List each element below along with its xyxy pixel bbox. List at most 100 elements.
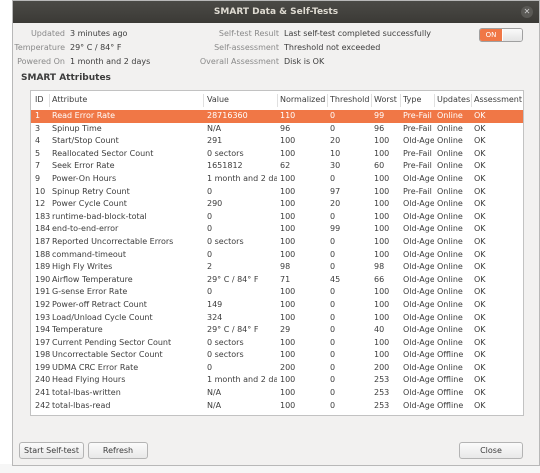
cell-name: command-timeout bbox=[52, 249, 126, 259]
table-row[interactable]: 7 Seek Error Rate 1651812 62 30 60 Pre-Fail Onl… bbox=[31, 160, 523, 173]
column-header-worst[interactable]: Worst bbox=[374, 95, 397, 104]
table-row[interactable]: 242 total-lbas-read N/A 100 0 253 Old-Age Offli… bbox=[31, 400, 523, 413]
cell-threshold: 0 bbox=[330, 312, 336, 322]
cell-type: Old-Age bbox=[403, 211, 434, 221]
cell-type: Pre-Fail bbox=[403, 186, 432, 196]
cell-normalized: 100 bbox=[280, 375, 296, 385]
updated-label: Updated bbox=[30, 29, 65, 38]
cell-id: 188 bbox=[35, 249, 51, 259]
attributes-table[interactable]: ID Attribute Value Normalized Threshold … bbox=[30, 90, 524, 416]
cell-type: Old-Age bbox=[403, 400, 434, 410]
column-header-normalized[interactable]: Normalized bbox=[280, 95, 325, 104]
cell-worst: 100 bbox=[374, 186, 390, 196]
table-row[interactable]: 1 Read Error Rate 28716360 110 0 99 Pre-Fail On… bbox=[31, 110, 523, 123]
temperature-value: 29° C / 84° F bbox=[70, 43, 122, 52]
cell-updates: Online bbox=[437, 148, 463, 158]
table-row[interactable]: 240Head Flying Hours 1 month and 2 days10… bbox=[31, 374, 523, 387]
cell-name: Power Cycle Count bbox=[52, 199, 127, 209]
cell-name: Head Flying Hours bbox=[52, 375, 126, 385]
table-row[interactable]: 187 Reported Uncorrectable Errors 0 sector… bbox=[31, 236, 523, 249]
cell-type: Old-Age bbox=[403, 350, 434, 360]
refresh-button[interactable]: Refresh bbox=[88, 442, 148, 459]
cell-name: Airflow Temperature bbox=[52, 274, 133, 284]
window-title: SMART Data & Self-Tests bbox=[213, 7, 339, 17]
table-row[interactable]: 184 end-to-end-error 0 100 99 100 Old-Age Onlin… bbox=[31, 223, 523, 236]
cell-normalized: 100 bbox=[280, 173, 296, 183]
close-button[interactable]: Close bbox=[459, 442, 523, 459]
column-header-threshold[interactable]: Threshold bbox=[330, 95, 369, 104]
cell-threshold: 0 bbox=[330, 299, 336, 309]
cell-id: 193 bbox=[35, 312, 51, 322]
cell-updates: Online bbox=[437, 287, 463, 297]
cell-worst: 100 bbox=[374, 173, 390, 183]
cell-name: Start/Stop Count bbox=[52, 136, 119, 146]
cell-id: 1 bbox=[35, 111, 41, 120]
cell-id: 194 bbox=[35, 325, 51, 335]
smart-toggle[interactable]: ON bbox=[479, 28, 523, 42]
table-row[interactable]: 193 Load/Unload Cycle Count 324 100 0 100 Old-… bbox=[31, 312, 523, 325]
cell-updates: Online bbox=[437, 186, 463, 196]
table-row[interactable]: 190 Airflow Temperature 29° C / 84° F 71 45 6… bbox=[31, 274, 523, 287]
table-row[interactable]: 12 Power Cycle Count 290 100 20 100 Old-Age Onl… bbox=[31, 198, 523, 211]
table-row[interactable]: 189 High Fly Writes 2 98 0 98 Old-Age Online OK bbox=[31, 261, 523, 274]
column-header-type[interactable]: Type bbox=[403, 95, 421, 104]
cell-type: Old-Age bbox=[403, 236, 434, 246]
table-row[interactable]: 4 Start/Stop Count 291 100 20 100 Old-Age Onlin… bbox=[31, 135, 523, 148]
cell-id: 7 bbox=[35, 161, 41, 171]
smart-attributes-title: SMART Attributes bbox=[21, 73, 111, 83]
cell-value: 29° C / 84° F bbox=[207, 325, 259, 335]
cell-normalized: 100 bbox=[280, 350, 296, 360]
column-header-id[interactable]: ID bbox=[35, 95, 44, 104]
table-row[interactable]: 194 Temperature 29° C / 84° F 29 0 40 Old-Age O… bbox=[31, 324, 523, 337]
column-header-attribute[interactable]: Attribute bbox=[52, 95, 87, 104]
cell-value: 0 bbox=[207, 249, 213, 259]
table-row[interactable]: 199 UDMA CRC Error Rate 0 200 0 200 Old-Age Onl… bbox=[31, 362, 523, 375]
table-row[interactable]: 198 Uncorrectable Sector Count 0 sectors 10… bbox=[31, 349, 523, 362]
cell-value: 291 bbox=[207, 136, 223, 146]
cell-value: 28716360 bbox=[207, 111, 248, 120]
cell-name: UDMA CRC Error Rate bbox=[52, 362, 139, 372]
table-row[interactable]: 5 Reallocated Sector Count 0 sectors 100 10 1… bbox=[31, 148, 523, 161]
cell-worst: 100 bbox=[374, 312, 390, 322]
cell-type: Old-Age bbox=[403, 262, 434, 272]
cell-normalized: 100 bbox=[280, 337, 296, 347]
cell-name: Current Pending Sector Count bbox=[52, 337, 172, 347]
cell-id: 12 bbox=[35, 199, 46, 209]
powered-on-value: 1 month and 2 days bbox=[70, 57, 151, 66]
table-row[interactable]: 3 Spinup Time N/A 96 0 96 Pre-Fail Online OK bbox=[31, 123, 523, 136]
cell-type: Old-Age bbox=[403, 224, 434, 234]
cell-type: Old-Age bbox=[403, 274, 434, 284]
cell-type: Old-Age bbox=[403, 299, 434, 309]
close-icon[interactable]: ✕ bbox=[521, 6, 533, 18]
table-row[interactable]: 10 Spinup Retry Count 0 100 97 100 Pre-Fail Onl… bbox=[31, 186, 523, 199]
cell-updates: Online bbox=[437, 337, 463, 347]
column-header-assessment[interactable]: Assessment bbox=[474, 95, 522, 104]
table-row[interactable]: 241 total-lbas-written N/A 100 0 253 Old-Age Of… bbox=[31, 387, 523, 400]
cell-name: Seek Error Rate bbox=[52, 161, 115, 171]
cell-normalized: 98 bbox=[280, 262, 291, 272]
cell-normalized: 100 bbox=[280, 199, 296, 209]
table-row[interactable]: 191 G-sense Error Rate 0 100 0 100 Old-Age Onli… bbox=[31, 286, 523, 299]
table-row[interactable]: 197 Current Pending Sector Count 0 sectors… bbox=[31, 337, 523, 350]
table-row[interactable]: 183 runtime-bad-block-total 0 100 0 100 Old-Ag… bbox=[31, 211, 523, 224]
cell-value: 2 bbox=[207, 262, 213, 272]
cell-normalized: 100 bbox=[280, 312, 296, 322]
cell-name: Spinup Time bbox=[52, 123, 102, 133]
cell-updates: Online bbox=[437, 249, 463, 259]
cell-value: N/A bbox=[207, 123, 222, 133]
start-self-test-button[interactable]: Start Self-test bbox=[19, 442, 84, 459]
table-row[interactable]: 188 command-timeout 0 100 0 100 Old-Age Online O… bbox=[31, 249, 523, 262]
cell-normalized: 71 bbox=[280, 274, 291, 284]
cell-assessment: OK bbox=[474, 199, 486, 209]
cell-normalized: 100 bbox=[280, 400, 296, 410]
cell-type: Old-Age bbox=[403, 136, 434, 146]
table-row[interactable]: 9Power-On Hours1 month and 2 days1000100… bbox=[31, 173, 523, 186]
cell-name: Power-On Hours bbox=[52, 173, 117, 183]
cell-updates: Online bbox=[437, 262, 463, 272]
column-header-value[interactable]: Value bbox=[207, 95, 229, 104]
column-header-updates[interactable]: Updates bbox=[437, 95, 470, 104]
cell-assessment: OK bbox=[474, 325, 486, 335]
cell-updates: Offline bbox=[437, 388, 464, 398]
cell-type: Old-Age bbox=[403, 325, 434, 335]
table-row[interactable]: 192 Power-off Retract Count 149 100 0 100 Old-… bbox=[31, 299, 523, 312]
